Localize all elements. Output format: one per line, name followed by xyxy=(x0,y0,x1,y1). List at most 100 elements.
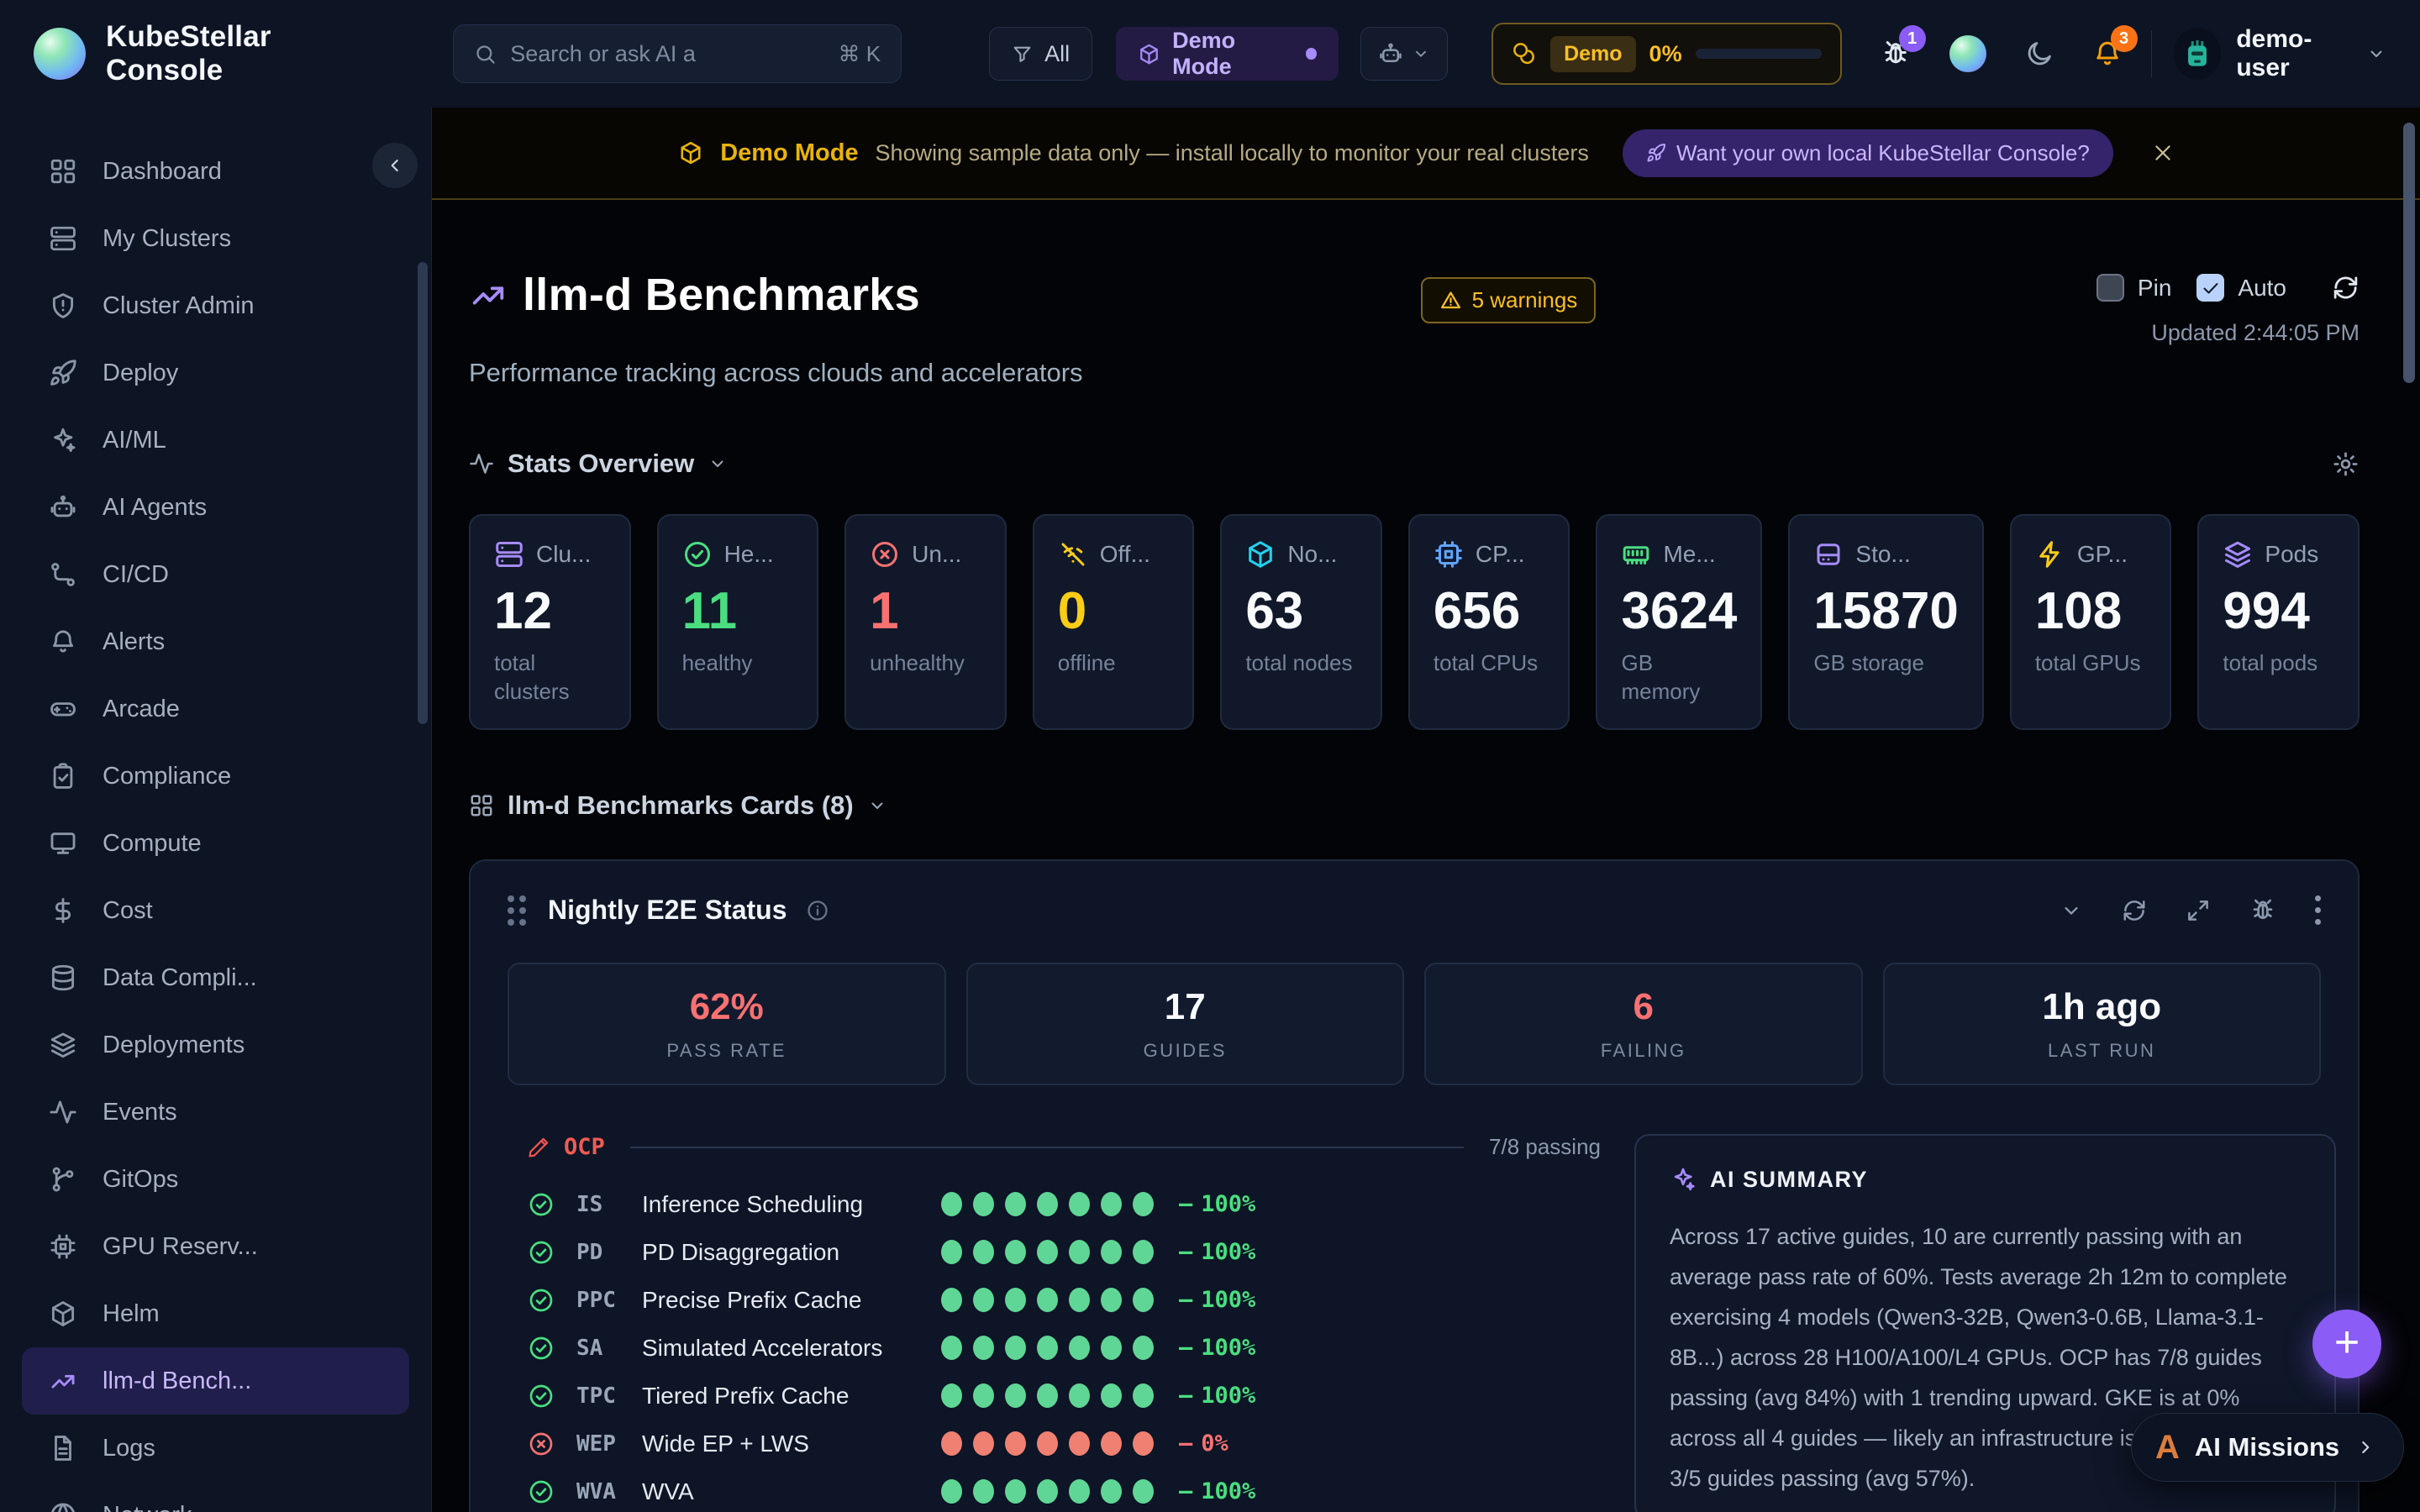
demo-mode-pill[interactable]: Demo Mode xyxy=(1116,27,1339,81)
search-input[interactable] xyxy=(510,41,824,67)
guide-row-wep[interactable]: WEPWide EP + LWS–0% xyxy=(528,1420,1601,1467)
stat-card-total-gpus: GP...108total GPUs xyxy=(2010,514,2172,730)
sidebar-item-label: Compliance xyxy=(103,763,231,790)
kubestellar-nav-button[interactable] xyxy=(1949,35,1986,72)
banner-cta-button[interactable]: Want your own local KubeStellar Console? xyxy=(1623,129,2113,177)
sidebar-item-llm-d-bench[interactable]: llm-d Bench... xyxy=(22,1347,409,1415)
sidebar-item-logs[interactable]: Logs xyxy=(22,1415,409,1482)
guide-row-pd[interactable]: PDPD Disaggregation–100% xyxy=(528,1228,1601,1276)
sidebar-item-ai-ml[interactable]: AI/ML xyxy=(22,407,409,474)
sidebar-item-events[interactable]: Events xyxy=(22,1079,409,1146)
run-history-dots xyxy=(941,1383,1154,1408)
sidebar-scrollbar[interactable] xyxy=(418,262,428,724)
info-icon[interactable] xyxy=(806,899,829,922)
sidebar-item-dashboard[interactable]: Dashboard xyxy=(22,138,409,205)
banner-close-button[interactable] xyxy=(2152,142,2174,164)
sidebar-item-my-clusters[interactable]: My Clusters xyxy=(22,205,409,272)
usage-meter[interactable]: Demo 0% xyxy=(1491,23,1842,85)
guide-percent: –0% xyxy=(1179,1431,1601,1457)
add-fab-button[interactable]: + xyxy=(2312,1310,2381,1378)
user-menu[interactable]: demo-user xyxy=(2174,25,2386,82)
guide-row-tpc[interactable]: TPCTiered Prefix Cache–100% xyxy=(528,1372,1601,1420)
stat-sublabel: offline xyxy=(1058,649,1170,678)
auto-checkbox[interactable] xyxy=(2196,274,2224,302)
filter-all-button[interactable]: All xyxy=(989,27,1092,81)
nightly-card-title: Nightly E2E Status xyxy=(548,895,787,926)
trend-flat-icon: – xyxy=(1179,1383,1192,1409)
sidebar-item-network[interactable]: Network xyxy=(22,1482,409,1512)
kpi-label: FAILING xyxy=(1601,1040,1686,1062)
sidebar-item-compliance[interactable]: Compliance xyxy=(22,743,409,810)
stat-value: 1 xyxy=(870,581,981,641)
debug-button[interactable]: 1 xyxy=(1881,39,1911,69)
warnings-badge[interactable]: 5 warnings xyxy=(1421,277,1597,323)
sidebar-item-cost[interactable]: Cost xyxy=(22,877,409,944)
updated-timestamp: Updated 2:44:05 PM xyxy=(2151,320,2360,346)
guide-row-is[interactable]: ISInference Scheduling–100% xyxy=(528,1180,1601,1228)
guide-row-sa[interactable]: SASimulated Accelerators–100% xyxy=(528,1324,1601,1372)
agents-dropdown-button[interactable] xyxy=(1360,27,1448,81)
pass-dot xyxy=(1037,1336,1058,1360)
layers-icon xyxy=(49,1031,77,1059)
wifi-off-icon xyxy=(1058,539,1088,570)
sidebar-item-ai-agents[interactable]: AI Agents xyxy=(22,474,409,541)
card-menu-button[interactable] xyxy=(2315,895,2321,925)
card-debug-button[interactable] xyxy=(2249,897,2276,924)
theme-toggle[interactable] xyxy=(2025,39,2054,68)
stat-value: 12 xyxy=(494,581,606,641)
main-area: Demo Mode Showing sample data only — ins… xyxy=(432,108,2420,1512)
main-scrollbar[interactable] xyxy=(2403,123,2415,383)
stats-overview-title: Stats Overview xyxy=(508,449,694,479)
stat-label: CP... xyxy=(1476,541,1525,568)
guide-code: WVA xyxy=(576,1479,642,1504)
page-header: llm-d Benchmarks 5 warnings Pin Auto xyxy=(469,269,2360,346)
sidebar-item-arcade[interactable]: Arcade xyxy=(22,675,409,743)
sidebar-item-alerts[interactable]: Alerts xyxy=(22,608,409,675)
pass-dot xyxy=(1133,1383,1154,1408)
sidebar-collapse-button[interactable] xyxy=(372,143,418,188)
cards-collapse-chevron[interactable] xyxy=(867,795,887,816)
sidebar-item-cluster-admin[interactable]: Cluster Admin xyxy=(22,272,409,339)
card-collapse-button[interactable] xyxy=(2060,899,2083,922)
stat-sublabel: total GPUs xyxy=(2035,649,2147,678)
sidebar-item-deploy[interactable]: Deploy xyxy=(22,339,409,407)
warning-icon xyxy=(1439,289,1462,312)
sidebar-item-deployments[interactable]: Deployments xyxy=(22,1011,409,1079)
notifications-button[interactable]: 3 xyxy=(2092,39,2123,69)
stat-card-healthy: He...11healthy xyxy=(657,514,819,730)
stat-sublabel: total nodes xyxy=(1245,649,1357,678)
sidebar-item-gitops[interactable]: GitOps xyxy=(22,1146,409,1213)
sidebar-item-compute[interactable]: Compute xyxy=(22,810,409,877)
refresh-button[interactable] xyxy=(2332,274,2360,302)
drag-handle-icon[interactable] xyxy=(508,895,526,926)
card-refresh-button[interactable] xyxy=(2122,898,2147,923)
sidebar-item-label: Dashboard xyxy=(103,158,222,186)
guide-row-ppc[interactable]: PPCPrecise Prefix Cache–100% xyxy=(528,1276,1601,1324)
card-expand-button[interactable] xyxy=(2186,898,2211,923)
stats-collapse-chevron[interactable] xyxy=(708,454,728,474)
stat-sublabel: healthy xyxy=(682,649,794,678)
guide-percent: –100% xyxy=(1179,1287,1601,1313)
run-history-dots xyxy=(941,1336,1154,1360)
sidebar-item-gpu-reserv[interactable]: GPU Reserv... xyxy=(22,1213,409,1280)
gamepad-icon xyxy=(49,695,77,723)
sidebar-item-helm[interactable]: Helm xyxy=(22,1280,409,1347)
pass-dot xyxy=(1101,1383,1122,1408)
stat-value: 63 xyxy=(1245,581,1357,641)
gear-icon[interactable] xyxy=(2332,450,2360,478)
guide-row-wva[interactable]: WVAWVA–100% xyxy=(528,1467,1601,1512)
pin-checkbox[interactable] xyxy=(2096,274,2124,302)
ai-missions-button[interactable]: A AI Missions xyxy=(2131,1413,2404,1482)
guide-percent-value: 100% xyxy=(1201,1191,1255,1217)
x-circle-icon xyxy=(870,539,900,570)
stat-label: Off... xyxy=(1100,541,1150,568)
sidebar-item-ci-cd[interactable]: CI/CD xyxy=(22,541,409,608)
search-bar[interactable]: ⌘ K xyxy=(453,24,902,83)
sidebar-item-data-compli[interactable]: Data Compli... xyxy=(22,944,409,1011)
zap-icon xyxy=(2035,539,2065,570)
robot-icon xyxy=(1378,41,1403,66)
kpi-value: 17 xyxy=(1165,986,1206,1028)
pass-dot xyxy=(941,1383,962,1408)
fail-dot xyxy=(1005,1431,1026,1456)
usage-percent: 0% xyxy=(1649,41,1682,67)
